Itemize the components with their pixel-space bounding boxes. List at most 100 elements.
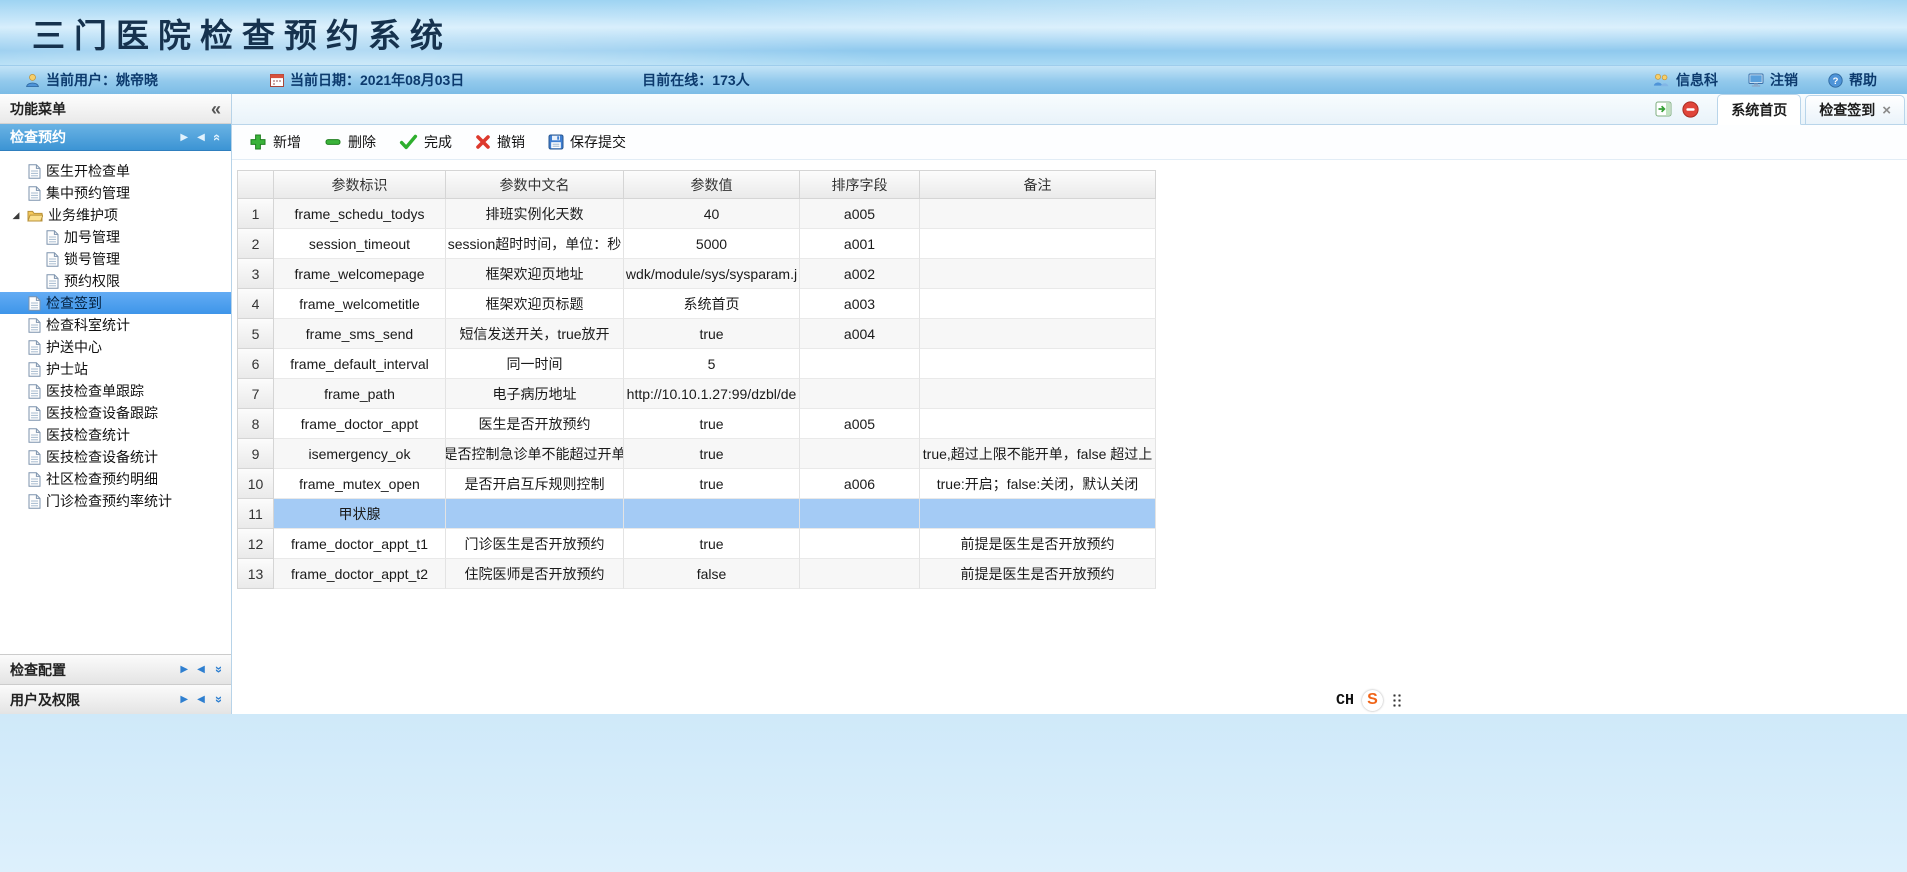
tree-item-label: 检查科室统计 bbox=[46, 315, 130, 335]
person-icon bbox=[25, 73, 40, 88]
param-name-cell: session超时时间，单位：秒 bbox=[446, 229, 624, 259]
statusbar-link[interactable]: 信息科 bbox=[1653, 70, 1718, 90]
param-name-cell: 排班实例化天数 bbox=[446, 199, 624, 229]
param-name-cell: 是否控制急诊单不能超过开单 bbox=[446, 439, 624, 469]
tree-item[interactable]: 社区检查预约明细 bbox=[0, 468, 231, 490]
table-row[interactable]: 11 甲状腺 bbox=[237, 499, 1156, 529]
note-cell: true:开启；false:关闭，默认关闭 bbox=[920, 469, 1156, 499]
column-header[interactable]: 备注 bbox=[920, 170, 1156, 199]
tree-item[interactable]: 集中预约管理 bbox=[0, 182, 231, 204]
panel-arrow-icons: ▶ ◀ « bbox=[180, 692, 221, 707]
collapse-up-icon[interactable]: « bbox=[210, 133, 225, 140]
statusbar-link[interactable]: 注销 bbox=[1748, 70, 1798, 90]
table-row[interactable]: 9 isemergency_ok 是否控制急诊单不能超过开单 true true… bbox=[237, 439, 1156, 469]
sidebar-collapse-icon[interactable]: « bbox=[211, 100, 221, 118]
param-value-cell: false bbox=[624, 559, 800, 589]
toolbar-button[interactable]: 保存提交 bbox=[538, 128, 636, 156]
tree-item[interactable]: 医技检查单跟踪 bbox=[0, 380, 231, 402]
language-indicator[interactable]: CH bbox=[1336, 692, 1354, 709]
sort-field-cell: a006 bbox=[800, 469, 920, 499]
tab-bar: 系统首页 检查签到 × bbox=[232, 94, 1907, 125]
tree-item[interactable]: 检查签到 bbox=[0, 292, 231, 314]
tree-item-label: 医技检查设备统计 bbox=[46, 447, 158, 467]
doc-icon bbox=[28, 450, 41, 465]
arrow-left-icon[interactable]: ◀ bbox=[197, 132, 205, 143]
statusbar-link[interactable]: ? 帮助 bbox=[1828, 70, 1877, 90]
param-name-cell: 医生是否开放预约 bbox=[446, 409, 624, 439]
note-cell bbox=[920, 229, 1156, 259]
tree-item[interactable]: ◢ 业务维护项 bbox=[0, 204, 231, 226]
toolbar-button[interactable]: 新增 bbox=[239, 128, 311, 156]
row-number-cell: 12 bbox=[237, 529, 274, 559]
statusbar-link-label: 信息科 bbox=[1676, 70, 1718, 90]
table-row[interactable]: 10 frame_mutex_open 是否开启互斥规则控制 true a006… bbox=[237, 469, 1156, 499]
page-footer bbox=[0, 714, 1907, 872]
tree-item[interactable]: 医技检查统计 bbox=[0, 424, 231, 446]
tree-item[interactable]: 门诊检查预约率统计 bbox=[0, 490, 231, 512]
table-row[interactable]: 1 frame_schedu_todys 排班实例化天数 40 a005 bbox=[237, 199, 1156, 229]
statusbar-link-label: 注销 bbox=[1770, 70, 1798, 90]
table-row[interactable]: 12 frame_doctor_appt_t1 门诊医生是否开放预约 true … bbox=[237, 529, 1156, 559]
tray-menu-icon[interactable] bbox=[1391, 692, 1403, 708]
calendar-icon bbox=[270, 73, 284, 87]
table-row[interactable]: 4 frame_welcometitle 框架欢迎页标题 系统首页 a003 bbox=[237, 289, 1156, 319]
tree-item[interactable]: 医技检查设备跟踪 bbox=[0, 402, 231, 424]
column-header[interactable]: 参数中文名 bbox=[446, 170, 624, 199]
table-row[interactable]: 8 frame_doctor_appt 医生是否开放预约 true a005 bbox=[237, 409, 1156, 439]
parameters-table: 参数标识 参数中文名 参数值 排序字段 备注 1 frame_schedu_to… bbox=[237, 170, 1156, 589]
table-row[interactable]: 2 session_timeout session超时时间，单位：秒 5000 … bbox=[237, 229, 1156, 259]
tree-item[interactable]: 预约权限 bbox=[0, 270, 231, 292]
table-row[interactable]: 3 frame_welcomepage 框架欢迎页地址 wdk/module/s… bbox=[237, 259, 1156, 289]
tab-close-icon[interactable]: × bbox=[1882, 103, 1891, 118]
tab[interactable]: 系统首页 bbox=[1717, 94, 1801, 125]
tree-item[interactable]: 护送中心 bbox=[0, 336, 231, 358]
table-row[interactable]: 6 frame_default_interval 同一时间 5 bbox=[237, 349, 1156, 379]
tree-item[interactable]: 护士站 bbox=[0, 358, 231, 380]
sort-field-cell: a004 bbox=[800, 319, 920, 349]
toolbar-button[interactable]: 完成 bbox=[389, 128, 462, 156]
param-id-cell: frame_sms_send bbox=[274, 319, 446, 349]
tree-expander-icon[interactable]: ◢ bbox=[10, 210, 22, 221]
row-number-cell: 8 bbox=[237, 409, 274, 439]
toolbar-button[interactable]: 撤销 bbox=[465, 128, 535, 156]
sidebar-panel[interactable]: 检查配置 ▶ ◀ « bbox=[0, 654, 231, 684]
arrow-right-icon[interactable]: ▶ bbox=[180, 694, 188, 705]
arrow-right-icon[interactable]: ▶ bbox=[180, 664, 188, 675]
arrow-left-icon[interactable]: ◀ bbox=[197, 664, 205, 675]
param-name-cell: 是否开启互斥规则控制 bbox=[446, 469, 624, 499]
sort-field-cell: a003 bbox=[800, 289, 920, 319]
tab[interactable]: 检查签到 × bbox=[1805, 95, 1905, 124]
tree-item[interactable]: 医技检查设备统计 bbox=[0, 446, 231, 468]
doc-icon bbox=[28, 296, 41, 311]
sort-field-cell bbox=[800, 349, 920, 379]
tab-label: 检查签到 bbox=[1819, 100, 1875, 120]
online-count: 目前在线：173人 bbox=[642, 70, 749, 90]
close-red-icon[interactable] bbox=[1682, 101, 1699, 118]
tree-item[interactable]: 加号管理 bbox=[0, 226, 231, 248]
sogou-ime-icon[interactable]: S bbox=[1362, 690, 1383, 711]
column-header[interactable]: 参数标识 bbox=[274, 170, 446, 199]
panel-exam-appointment[interactable]: 检查预约 ▶ ◀ « bbox=[0, 124, 231, 151]
sidebar: 功能菜单 « 检查预约 ▶ ◀ « 医生开检查单 集中预约管理 ◢ 业务维护项 … bbox=[0, 94, 232, 714]
param-value-cell bbox=[624, 499, 800, 529]
tree-item[interactable]: 检查科室统计 bbox=[0, 314, 231, 336]
toolbar-button[interactable]: 删除 bbox=[314, 128, 386, 156]
expand-down-icon[interactable]: « bbox=[210, 666, 225, 673]
arrow-left-icon[interactable]: ◀ bbox=[197, 694, 205, 705]
column-header[interactable]: 参数值 bbox=[624, 170, 800, 199]
table-row[interactable]: 5 frame_sms_send 短信发送开关，true放开 true a004 bbox=[237, 319, 1156, 349]
tree-item[interactable]: 锁号管理 bbox=[0, 248, 231, 270]
param-id-cell: frame_path bbox=[274, 379, 446, 409]
row-number-cell: 11 bbox=[237, 499, 274, 529]
panel-green-icon[interactable] bbox=[1655, 101, 1672, 117]
arrow-right-icon[interactable]: ▶ bbox=[180, 132, 188, 143]
expand-down-icon[interactable]: « bbox=[210, 696, 225, 703]
tree-item[interactable]: 医生开检查单 bbox=[0, 160, 231, 182]
param-value-cell: 系统首页 bbox=[624, 289, 800, 319]
column-header[interactable]: 排序字段 bbox=[800, 170, 920, 199]
sidebar-panel[interactable]: 用户及权限 ▶ ◀ « bbox=[0, 684, 231, 714]
param-name-cell: 短信发送开关，true放开 bbox=[446, 319, 624, 349]
tabbar-tools bbox=[1655, 101, 1699, 118]
table-row[interactable]: 13 frame_doctor_appt_t2 住院医师是否开放预约 false… bbox=[237, 559, 1156, 589]
table-row[interactable]: 7 frame_path 电子病历地址 http://10.10.1.27:99… bbox=[237, 379, 1156, 409]
